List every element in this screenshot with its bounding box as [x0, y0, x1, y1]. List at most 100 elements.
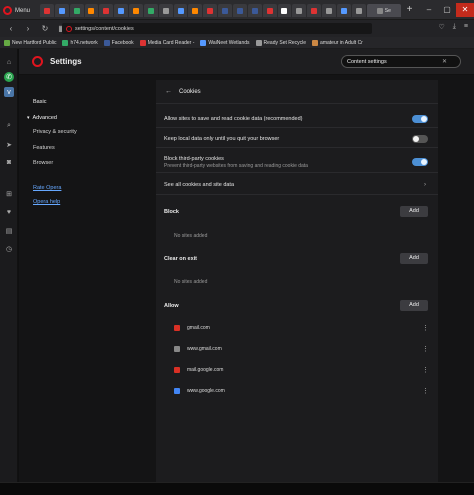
- settings-nav: Basic ▾ Advanced Privacy & security Featu…: [19, 75, 122, 495]
- opera-settings-logo-icon: [32, 56, 43, 67]
- bookmark-item[interactable]: amateur in Adult Cr: [312, 39, 363, 46]
- window-controls: – ▢ ✕: [420, 3, 474, 17]
- whatsapp-icon[interactable]: ✆: [4, 72, 14, 82]
- browser-tab[interactable]: [158, 4, 173, 17]
- bookmark-favicon-icon: [139, 39, 146, 46]
- menu-label: Menu: [15, 7, 31, 14]
- browser-tab[interactable]: [84, 4, 99, 17]
- browser-tab[interactable]: [129, 4, 143, 17]
- browser-tab[interactable]: [203, 4, 218, 17]
- download-icon[interactable]: ⤓: [453, 23, 456, 31]
- more-actions-icon[interactable]: ⋮: [422, 324, 429, 332]
- browser-tab[interactable]: [143, 4, 158, 17]
- cookies-header: ← Cookies: [156, 80, 438, 104]
- allow-sites-label: Allow sites to save and read cookie data…: [164, 116, 303, 122]
- bookmark-item[interactable]: New Hartford Public: [4, 39, 56, 46]
- block-third-party-description: Prevent third-party websites from saving…: [164, 162, 308, 169]
- block-third-party-row[interactable]: Block third-party cookies Prevent third-…: [156, 152, 438, 173]
- camera-icon[interactable]: ◙: [4, 157, 14, 167]
- keep-local-label: Keep local data only until you quit your…: [164, 136, 280, 142]
- opera-sidebar: ⌂ ✆ v ⌕ ➤ ◙ ⊞ ♥ ▤ ◷: [0, 49, 18, 495]
- more-actions-icon[interactable]: ⋮: [422, 366, 429, 374]
- bookmark-item[interactable]: Media Card Reader -: [139, 39, 194, 46]
- browser-tab[interactable]: [277, 4, 292, 17]
- nav-features[interactable]: Features: [33, 145, 55, 151]
- news-icon[interactable]: ▤: [4, 226, 14, 236]
- browser-tab[interactable]: [247, 4, 262, 17]
- keep-local-toggle[interactable]: [412, 135, 428, 143]
- more-actions-icon[interactable]: ⋮: [422, 345, 429, 353]
- bookmark-item[interactable]: WaiNeet Wetlands: [200, 39, 250, 46]
- bookmark-favicon-icon: [4, 39, 10, 46]
- browser-tab[interactable]: [99, 4, 114, 17]
- bookmark-item[interactable]: Ready Set Recycle: [255, 39, 307, 46]
- cookies-title: Cookies: [179, 88, 201, 95]
- speed-dial-icon[interactable]: ⌂: [4, 57, 14, 67]
- more-actions-icon[interactable]: ⋮: [422, 387, 429, 395]
- close-window-button[interactable]: ✕: [456, 3, 474, 17]
- browser-tab[interactable]: [114, 4, 129, 17]
- bookmark-favicon-icon: [200, 39, 207, 46]
- back-icon[interactable]: ‹: [5, 23, 17, 35]
- url-field[interactable]: settings/content/cookies: [62, 23, 372, 34]
- title-bar: Menu Se + – ▢ ✕: [0, 0, 474, 20]
- browser-tab[interactable]: [307, 4, 322, 17]
- new-tab-button[interactable]: +: [403, 4, 416, 17]
- back-arrow-icon[interactable]: ←: [165, 88, 173, 95]
- opera-help-link[interactable]: Opera help: [33, 199, 60, 205]
- see-all-cookies-row[interactable]: See all cookies and site data ›: [156, 175, 438, 195]
- nav-advanced-label: Advanced: [32, 115, 57, 121]
- browser-tab[interactable]: [188, 4, 203, 17]
- browser-tab[interactable]: [218, 4, 232, 17]
- tab-favicon-icon: [43, 7, 50, 14]
- block-third-party-toggle[interactable]: [412, 158, 428, 166]
- reload-icon[interactable]: ↻: [39, 23, 51, 35]
- history-icon[interactable]: ◷: [4, 244, 14, 254]
- allow-sites-row[interactable]: Allow sites to save and read cookie data…: [156, 111, 438, 128]
- bookmark-item[interactable]: Facebook: [103, 39, 134, 46]
- allow-add-button[interactable]: Add: [400, 300, 428, 311]
- browser-tab[interactable]: [292, 4, 307, 17]
- block-add-button[interactable]: Add: [400, 206, 428, 217]
- clear-on-exit-add-button[interactable]: Add: [400, 253, 428, 264]
- tab-favicon-icon: [355, 7, 362, 14]
- bookmark-label: h74.network: [70, 39, 98, 46]
- vk-icon[interactable]: v: [4, 87, 14, 97]
- nav-advanced[interactable]: ▾ Advanced: [27, 115, 57, 121]
- browser-tab[interactable]: [54, 4, 69, 17]
- forward-icon[interactable]: ›: [22, 23, 34, 35]
- search-icon[interactable]: ⌕: [4, 121, 14, 131]
- nav-privacy[interactable]: Privacy & security: [33, 129, 77, 135]
- extensions-icon[interactable]: ⊞: [4, 189, 14, 199]
- tab-favicon-icon: [340, 7, 347, 14]
- heart-icon[interactable]: ♥: [4, 207, 14, 217]
- site-favicon-icon: [174, 325, 180, 331]
- send-icon[interactable]: ➤: [4, 140, 14, 150]
- bookmark-heart-icon[interactable]: ♡: [439, 23, 445, 31]
- active-tab-settings[interactable]: Se: [366, 4, 402, 17]
- browser-tab[interactable]: [173, 4, 188, 17]
- browser-tab[interactable]: [40, 4, 54, 17]
- settings-search-input[interactable]: [347, 58, 442, 65]
- browser-tab[interactable]: [322, 4, 336, 17]
- opera-menu-button[interactable]: Menu: [3, 5, 30, 16]
- clear-search-icon[interactable]: ✕: [442, 58, 447, 65]
- settings-search[interactable]: ✕: [341, 55, 461, 68]
- keep-local-row[interactable]: Keep local data only until you quit your…: [156, 131, 438, 148]
- browser-tab[interactable]: [69, 4, 84, 17]
- nav-browser[interactable]: Browser: [33, 160, 53, 166]
- browser-tab[interactable]: [232, 4, 247, 17]
- minimize-button[interactable]: –: [420, 3, 438, 17]
- browser-tab[interactable]: [351, 4, 366, 17]
- chevron-right-icon: ›: [424, 181, 426, 188]
- maximize-button[interactable]: ▢: [438, 3, 456, 17]
- menu-lines-icon[interactable]: ≡: [464, 23, 468, 31]
- browser-tab[interactable]: [336, 4, 351, 17]
- browser-tab[interactable]: [262, 4, 277, 17]
- nav-basic[interactable]: Basic: [33, 99, 46, 105]
- bookmark-favicon-icon: [312, 39, 319, 46]
- bookmark-item[interactable]: h74.network: [62, 39, 98, 46]
- allow-sites-toggle[interactable]: [412, 115, 428, 123]
- rate-opera-link[interactable]: Rate Opera: [33, 185, 61, 191]
- bookmark-label: Ready Set Recycle: [263, 39, 307, 46]
